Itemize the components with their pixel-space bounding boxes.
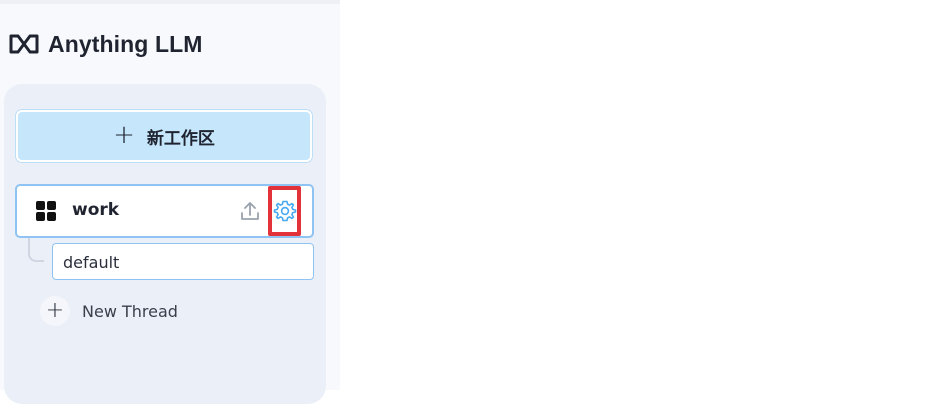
plus-icon: +	[40, 296, 70, 326]
sidebar-top-border	[0, 0, 340, 4]
thread-item-default[interactable]: default	[52, 243, 314, 280]
new-workspace-button[interactable]: + 新工作区	[16, 110, 312, 162]
new-workspace-label: 新工作区	[146, 128, 215, 149]
thread-label: default	[63, 253, 120, 272]
grid-icon	[36, 201, 56, 221]
sidebar: Anything LLM + 新工作区 work default + New T…	[0, 0, 340, 404]
app-name: Anything LLM	[48, 30, 203, 57]
new-thread-label: New Thread	[82, 301, 178, 321]
settings-highlight-box[interactable]	[268, 186, 301, 236]
plus-icon: +	[113, 120, 135, 150]
upload-icon[interactable]	[239, 200, 261, 222]
app-logo[interactable]: Anything LLM	[8, 30, 203, 58]
workspace-item-work[interactable]: work	[15, 184, 314, 238]
anything-llm-logo-icon	[9, 34, 39, 54]
thread-connector-line	[28, 238, 44, 262]
gear-icon[interactable]	[273, 199, 297, 223]
new-thread-button[interactable]: + New Thread	[40, 296, 178, 326]
workspace-name: work	[72, 200, 120, 220]
